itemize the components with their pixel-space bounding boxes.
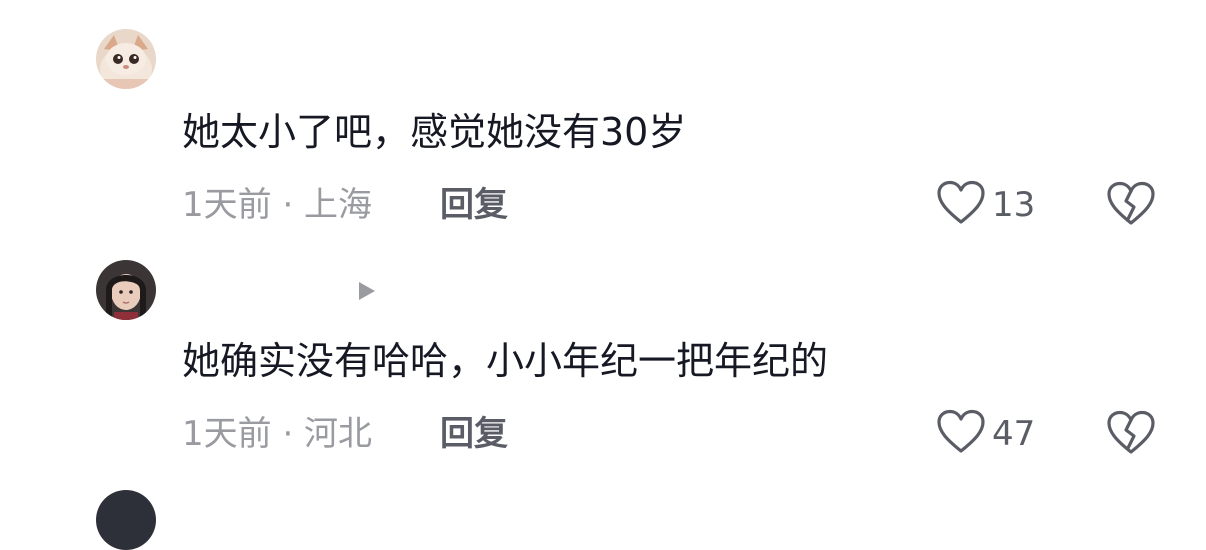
comment-meta: 1天前 · 上海 xyxy=(182,185,373,225)
comment-item: 她太小了吧，感觉她没有30岁 1天前 · 上海 回复 13 xyxy=(0,0,1206,250)
comment-meta: 1天前 · 河北 xyxy=(182,414,373,454)
like-button[interactable]: 47 xyxy=(936,409,1036,459)
avatar[interactable] xyxy=(96,29,156,89)
reply-button[interactable]: 回复 xyxy=(440,412,508,456)
like-button[interactable]: 13 xyxy=(936,180,1036,230)
avatar[interactable] xyxy=(96,490,156,550)
like-count: 13 xyxy=(992,185,1036,225)
like-count: 47 xyxy=(992,414,1036,454)
heart-outline-icon xyxy=(936,180,986,230)
heart-outline-icon xyxy=(936,409,986,459)
dislike-button[interactable] xyxy=(1106,410,1156,458)
comment-text: 她确实没有哈哈，小小年纪一把年纪的 xyxy=(182,339,829,383)
avatar[interactable] xyxy=(96,260,156,320)
comment-item: 她确实没有哈哈，小小年纪一把年纪的 1天前 · 河北 回复 47 xyxy=(0,250,1206,490)
comment-text: 她太小了吧，感觉她没有30岁 xyxy=(182,110,687,154)
broken-heart-icon xyxy=(1106,410,1156,460)
dislike-button[interactable] xyxy=(1106,181,1156,229)
reply-button[interactable]: 回复 xyxy=(440,183,508,227)
broken-heart-icon xyxy=(1106,181,1156,231)
play-triangle-icon xyxy=(357,280,377,302)
